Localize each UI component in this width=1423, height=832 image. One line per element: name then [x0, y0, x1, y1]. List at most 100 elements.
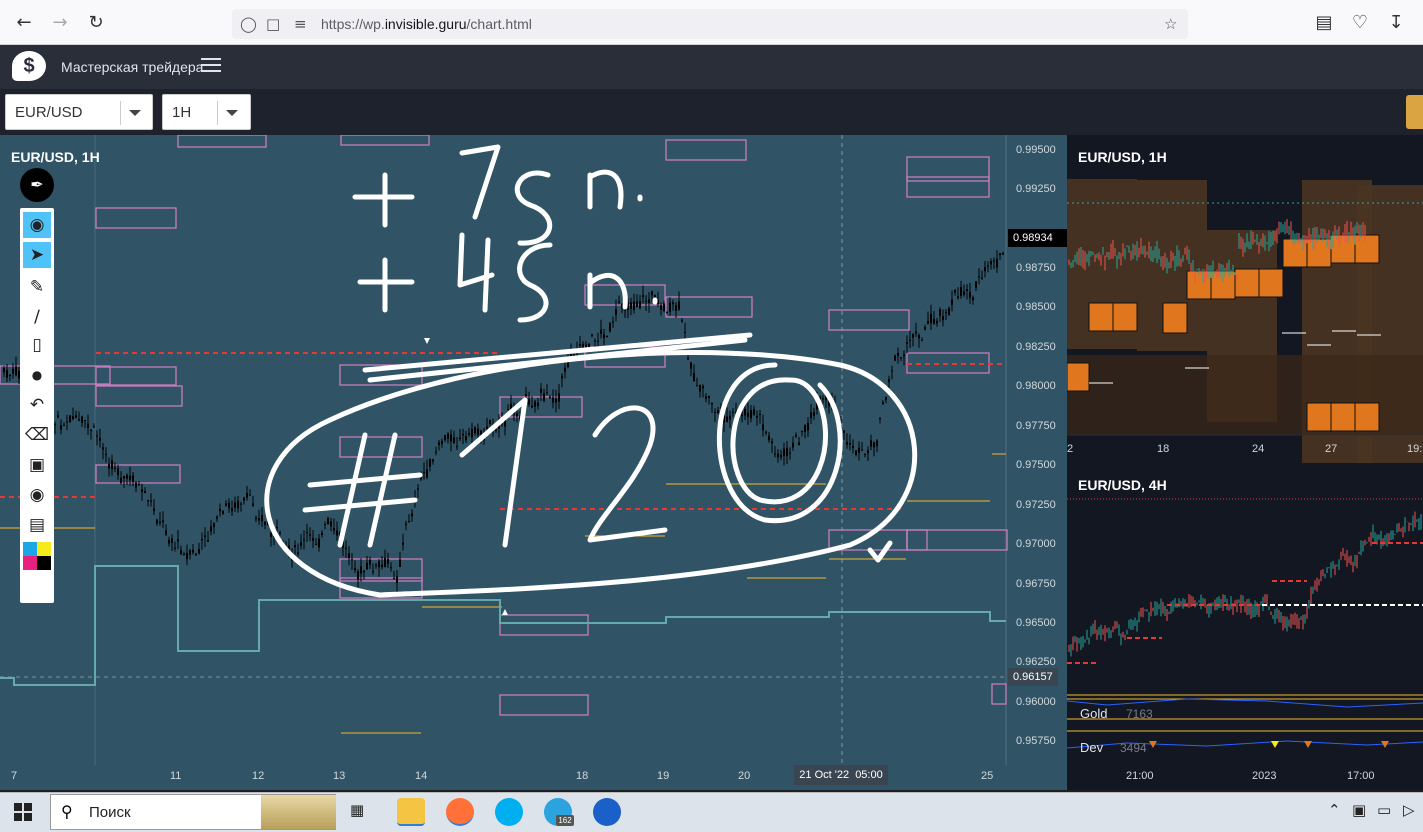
- price-tick-label: 0.98000: [1016, 380, 1056, 392]
- permissions-icon[interactable]: ≡: [294, 15, 307, 33]
- url-text[interactable]: https://wp.invisible.guru/chart.html: [321, 16, 532, 32]
- line-tool-icon[interactable]: ∕: [23, 304, 51, 330]
- url-bar[interactable]: ◯ □ ≡ https://wp.invisible.guru/chart.ht…: [232, 9, 1188, 39]
- chevron-up-icon[interactable]: ⌃: [1328, 801, 1341, 819]
- candle-body: [534, 401, 536, 407]
- main-chart[interactable]: EUR/USD, 1H 0.99500 0.99250 0.98750 0.98500…: [0, 135, 1067, 790]
- app-icon[interactable]: [593, 798, 621, 826]
- chevron-down-icon[interactable]: [129, 110, 141, 116]
- candle-body: [600, 329, 602, 334]
- candle-body: [165, 530, 167, 535]
- price-tick-label: 0.96750: [1016, 578, 1056, 590]
- candle-body: [159, 521, 161, 523]
- candle-body: [939, 309, 941, 316]
- cursor-icon[interactable]: ➤: [23, 242, 51, 268]
- candle-body: [780, 454, 782, 458]
- candle-body: [516, 413, 518, 417]
- candle-body: [324, 524, 326, 526]
- time-tick-label: 25: [981, 770, 994, 782]
- candle-body: [156, 519, 158, 524]
- lock-icon[interactable]: □: [266, 15, 280, 33]
- volume-bar: [1112, 302, 1138, 332]
- candle-body: [336, 530, 338, 536]
- side-chart-4h[interactable]: EUR/USD, 4H Gold 7163 Dev 3494 21:00 2023…: [1067, 463, 1423, 790]
- main-chart-canvas[interactable]: [0, 135, 1067, 790]
- meet-now-icon[interactable]: ▣: [1352, 801, 1366, 819]
- candle-body: [366, 562, 368, 570]
- candle-body: [744, 408, 746, 416]
- taskbar-search[interactable]: ⚲ Поиск: [50, 794, 336, 830]
- pocket-icon[interactable]: ♡: [1348, 11, 1372, 35]
- candle-body: [207, 540, 209, 542]
- candle-body: [861, 449, 863, 451]
- volume-bar: [1330, 234, 1356, 264]
- brush-icon[interactable]: ✎: [23, 274, 51, 300]
- side-chart-4h-title: EUR/USD, 4H: [1078, 477, 1167, 493]
- candle-body: [882, 402, 884, 405]
- candle-body: [774, 453, 776, 455]
- task-view-icon[interactable]: ▦: [350, 801, 364, 819]
- candle-body: [540, 388, 542, 393]
- candle-body: [315, 543, 317, 545]
- undo-icon[interactable]: ↶: [23, 392, 51, 418]
- zone-box: [906, 176, 990, 198]
- candle-body: [867, 450, 869, 454]
- menu-icon[interactable]: [201, 58, 221, 74]
- candle-body: [126, 475, 128, 479]
- symbol-select[interactable]: EUR/USD: [5, 94, 153, 130]
- star-icon[interactable]: ☆: [1164, 15, 1177, 33]
- panel-toggle-button[interactable]: [1406, 95, 1423, 129]
- price-tick-label: 0.97000: [1016, 538, 1056, 550]
- reload-icon[interactable]: ↻: [84, 11, 108, 35]
- network-icon[interactable]: ▷: [1403, 801, 1415, 819]
- clipboard-icon[interactable]: ▤: [23, 512, 51, 538]
- eye-icon[interactable]: ◉: [23, 212, 51, 238]
- candle-body: [474, 427, 476, 434]
- zone-box: [665, 139, 747, 161]
- candle-body: [564, 367, 566, 372]
- color-palette-icon[interactable]: [23, 542, 51, 570]
- price-tick-label: 0.98250: [1016, 341, 1056, 353]
- zone-box: [828, 309, 910, 331]
- candle-body: [879, 417, 881, 419]
- eraser-icon[interactable]: ▯: [23, 332, 51, 358]
- candle-body: [114, 467, 116, 469]
- battery-icon[interactable]: ▭: [1377, 801, 1391, 819]
- symbol-value: EUR/USD: [15, 104, 83, 121]
- dot-icon[interactable]: ●: [23, 362, 51, 388]
- time-tick-label: 21:00: [1126, 770, 1154, 782]
- time-tick-label: 13: [333, 770, 346, 782]
- chevron-down-icon[interactable]: [226, 110, 238, 116]
- brush-size-icon[interactable]: ▣: [23, 452, 51, 478]
- candle-body: [321, 532, 323, 536]
- back-arrow-icon[interactable]: ←: [12, 11, 36, 35]
- camera-icon[interactable]: ◉: [23, 482, 51, 508]
- candle-body: [12, 368, 14, 374]
- pen-icon[interactable]: ✒: [20, 168, 54, 202]
- candle-body: [765, 431, 767, 433]
- file-explorer-icon[interactable]: [397, 798, 425, 826]
- candle-body: [912, 334, 914, 338]
- side-chart-1h-canvas[interactable]: [1067, 135, 1423, 463]
- download-icon[interactable]: ↧: [1384, 11, 1408, 35]
- volume-bar: [1234, 268, 1260, 298]
- search-highlight-image: [261, 795, 336, 829]
- candle-body: [957, 296, 959, 299]
- skype-icon[interactable]: [495, 798, 523, 826]
- trash-icon[interactable]: ⌫: [23, 422, 51, 448]
- candle-body: [459, 437, 461, 439]
- price-tick-label: 0.98500: [1016, 301, 1056, 313]
- reader-view-icon[interactable]: ▤: [1312, 11, 1336, 35]
- forward-arrow-icon[interactable]: →: [48, 11, 72, 35]
- search-icon: ⚲: [61, 802, 73, 821]
- candle-body: [663, 303, 665, 311]
- side-chart-1h[interactable]: EUR/USD, 1H 2 18 24 27 19:: [1067, 135, 1423, 463]
- crosshair-price-label: 0.96157: [1008, 668, 1058, 686]
- firefox-icon[interactable]: [446, 798, 474, 826]
- shield-icon[interactable]: ◯: [240, 15, 257, 33]
- handwritten-annotation: [587, 169, 643, 210]
- candle-body: [645, 300, 647, 302]
- interval-select[interactable]: 1H: [162, 94, 251, 130]
- windows-start-icon[interactable]: [14, 803, 32, 821]
- candle-body: [300, 542, 302, 546]
